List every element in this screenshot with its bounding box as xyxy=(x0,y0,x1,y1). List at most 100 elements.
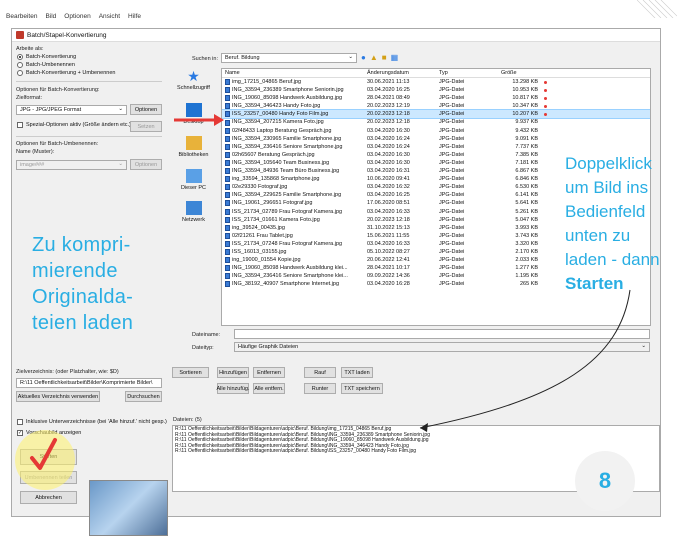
back-icon[interactable]: ● xyxy=(361,53,366,62)
file-size: 9.091 KB xyxy=(515,135,538,142)
undo-rename-button[interactable]: Umbenennen teilen xyxy=(20,471,77,484)
output-line[interactable]: R:\11 Oeffentlichkeitsarbeit\Bilder\Bild… xyxy=(175,449,657,455)
decorative-lines-icon xyxy=(637,0,677,18)
show-preview-checkbox[interactable]: ✓ Vorschaubild anzeigen xyxy=(17,430,81,436)
window-title: Batch/Stapel-Konvertierung xyxy=(27,31,107,39)
column-size[interactable]: Größe xyxy=(498,69,540,77)
file-row[interactable]: ING_33594_346423 Handy Foto.jpg 20.02.202… xyxy=(222,102,650,110)
file-name: ING_19060_85098 Handwerk Ausbildung.jpg xyxy=(232,95,343,102)
file-name: ING_19061_296651 Fotograf.jpg xyxy=(232,200,313,207)
folder-select[interactable]: Beruf. Bildung ⌄ xyxy=(221,53,357,63)
place-label: Bibliotheken xyxy=(178,152,209,158)
name-pattern-input[interactable]: image### ⌄ xyxy=(16,160,127,170)
place-network[interactable]: Netzwerk xyxy=(172,201,215,223)
filetype-label: Dateityp: xyxy=(192,345,214,351)
file-date: 03.04.2020 16:28 xyxy=(367,281,410,288)
radio-batch-conversion-rename[interactable]: Batch-Konvertierung + Umbenennen xyxy=(17,70,115,76)
jpg-file-icon xyxy=(225,184,230,191)
annotation-line: teien laden xyxy=(32,312,134,334)
annotation-bold: Starten xyxy=(565,274,624,293)
menu-bild[interactable]: Bild xyxy=(45,13,56,20)
file-name-cell: ING_33594_207215 Kamera Foto.jpg xyxy=(222,118,364,126)
include-subdirs-checkbox[interactable]: Inklusive Unterverzeichnisse (bei 'Alle … xyxy=(17,419,167,425)
browse-button[interactable]: Durchsuchen xyxy=(125,391,162,402)
column-name[interactable]: Name xyxy=(222,69,364,77)
use-current-dir-button[interactable]: Aktuelles Verzeichnis verwenden xyxy=(16,391,100,402)
file-type: JPG-Datei xyxy=(439,184,465,191)
remove-all-button[interactable]: Alle entfern. xyxy=(253,383,285,394)
menu-ansicht[interactable]: Ansicht xyxy=(99,13,120,20)
file-date: 03.04.2020 16:30 xyxy=(367,151,410,158)
file-row[interactable]: 02f48433 Laptop Beratung Gespräch.jpg 03.… xyxy=(222,127,650,135)
start-button[interactable]: Starten xyxy=(20,449,77,465)
conversion-options-button[interactable]: Optionen xyxy=(130,104,162,115)
jpg-file-icon xyxy=(225,151,230,158)
checkbox-box: ✓ xyxy=(17,430,23,436)
file-row[interactable]: ISS_23257_00480 Handy Foto Film.jpg 20.02… xyxy=(222,109,650,120)
output-dir-input[interactable]: R:\11 Oeffentlichkeitsarbeit\Bilder\Komp… xyxy=(16,378,162,388)
special-options-checkbox[interactable]: Spezial-Optionen aktiv (Größe ändern etc… xyxy=(17,122,131,128)
file-name: img_17215_04865 Beruf.jpg xyxy=(232,79,302,85)
file-name: ing_19000_01554 Kopie.jpg xyxy=(232,257,301,264)
rename-options-button[interactable]: Optionen xyxy=(130,159,162,170)
add-button[interactable]: Hinzufügen xyxy=(217,367,249,378)
file-row[interactable]: ING_33594_230965 Familie Smartphone.jpg 0… xyxy=(222,135,650,143)
remove-button[interactable]: Entfernen xyxy=(253,367,285,378)
column-type[interactable]: Typ xyxy=(436,69,498,77)
cancel-button[interactable]: Abbrechen xyxy=(20,491,77,504)
add-all-button[interactable]: Alle hinzufüg. xyxy=(216,383,250,394)
jpg-file-icon xyxy=(225,224,230,231)
checkbox-label: Inklusive Unterverzeichnisse (bei 'Alle … xyxy=(26,419,167,425)
file-name: ing_33594_135868 Smartphone.jpg xyxy=(232,176,320,183)
sort-button[interactable]: Sortieren xyxy=(172,367,209,378)
chevron-down-icon: ⌄ xyxy=(641,343,646,349)
file-size: 6.141 KB xyxy=(515,192,538,199)
radio-label: Batch-Umbenennen xyxy=(26,62,75,68)
down-button[interactable]: Runter xyxy=(304,383,336,394)
new-folder-icon[interactable]: ■ xyxy=(382,53,387,62)
up-button[interactable]: Rauf xyxy=(304,367,336,378)
save-txt-button[interactable]: TXT speichern xyxy=(341,383,383,394)
menu-bearbeiten[interactable]: Bearbeiten xyxy=(6,13,37,20)
place-quick-access[interactable]: ★ Schnellzugriff xyxy=(172,69,215,91)
files-count-label: Dateien: (5) xyxy=(173,417,202,423)
menu-optionen[interactable]: Optionen xyxy=(64,13,90,20)
file-row[interactable]: ING_33594_236416 Seniore Smartphone.jpg 0… xyxy=(222,143,650,151)
file-name: ING_33594_236416 Seniore Smartphone klei… xyxy=(232,273,348,280)
load-txt-button[interactable]: TXT laden xyxy=(341,367,373,378)
file-size: 7.385 KB xyxy=(515,151,538,158)
file-size: 6.867 KB xyxy=(515,168,538,175)
file-size: 7.737 KB xyxy=(515,143,538,150)
file-date: 03.04.2020 16:31 xyxy=(367,168,410,175)
up-folder-icon[interactable]: ▲ xyxy=(370,53,378,62)
file-name: ING_33594_236416 Seniore Smartphone.jpg xyxy=(232,143,343,150)
file-name-cell: ING_38192_40907 Smartphone Internet.jpg xyxy=(222,280,364,288)
file-row[interactable]: ING_33594_207215 Kamera Foto.jpg 20.02.20… xyxy=(222,118,650,126)
rename-options-label: Optionen für Batch-Umbenennen: xyxy=(16,141,99,147)
filetype-select[interactable]: Häufige Graphik Dateien ⌄ xyxy=(234,342,650,352)
place-libraries[interactable]: Bibliotheken xyxy=(172,136,215,158)
place-this-pc[interactable]: Dieser PC xyxy=(172,169,215,191)
filename-input[interactable] xyxy=(234,329,650,339)
file-date: 03.04.2020 16:30 xyxy=(367,159,410,166)
file-name-cell: ING_33594_229625 Familie Smartphone.jpg xyxy=(222,191,364,199)
file-name-cell: ISS_16013_03155.jpg xyxy=(222,248,364,256)
file-type: JPG-Datei xyxy=(439,248,465,255)
file-size: 10.207 KB xyxy=(512,111,538,118)
radio-batch-rename[interactable]: Batch-Umbenennen xyxy=(17,62,75,68)
file-row[interactable]: ING_19060_85098 Handwerk Ausbildung.jpg 2… xyxy=(222,94,650,102)
radio-batch-conversion[interactable]: Batch-Konvertierung xyxy=(17,54,76,60)
set-button[interactable]: Setzen xyxy=(130,121,162,132)
jpg-file-icon xyxy=(225,168,230,175)
target-format-select[interactable]: JPG - JPG/JPEG Format ⌄ xyxy=(16,105,127,115)
window-titlebar: Batch/Stapel-Konvertierung xyxy=(12,29,660,42)
column-date[interactable]: Änderungsdatum xyxy=(364,69,436,77)
menu-hilfe[interactable]: Hilfe xyxy=(128,13,141,20)
view-menu-icon[interactable]: ▦ xyxy=(391,53,399,62)
file-row[interactable]: ING_33594_236389 Smartphone Seniorin.jpg… xyxy=(222,86,650,94)
file-row[interactable]: img_17215_04865 Beruf.jpg 30.06.2021 11:1… xyxy=(222,78,650,86)
file-name-cell: ING_19060_85098 Handwerk Ausbildung.jpg xyxy=(222,94,364,102)
place-desktop[interactable]: Desktop xyxy=(172,103,215,125)
jpg-file-icon xyxy=(225,257,230,264)
file-type: JPG-Datei xyxy=(439,224,465,231)
